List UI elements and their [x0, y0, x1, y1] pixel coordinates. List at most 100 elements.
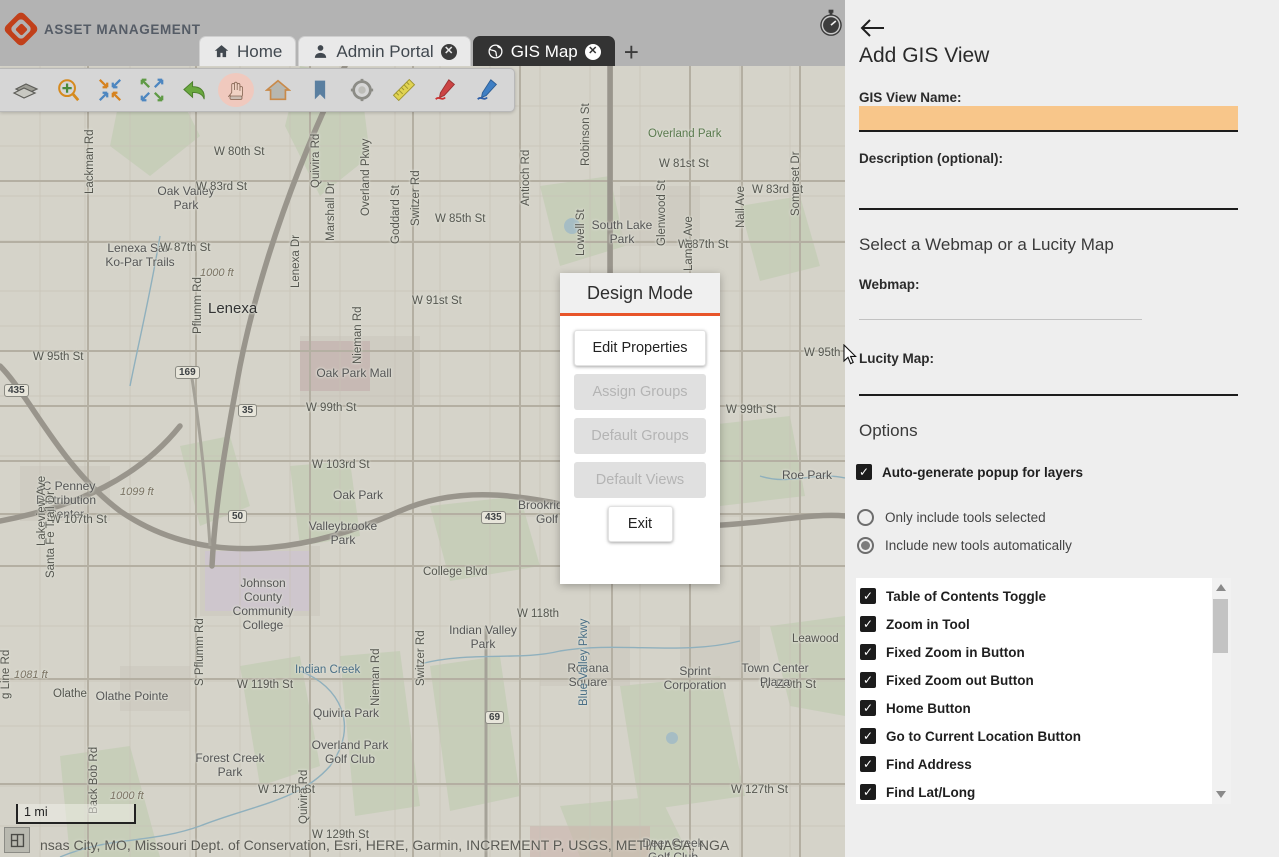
- tool-checkbox-row[interactable]: ✓ Zoom in Tool: [860, 610, 1212, 638]
- map-label: W 87th St: [160, 242, 211, 254]
- tool-checkbox-row[interactable]: ✓ Find Address: [860, 750, 1212, 778]
- map-label: W 85th St: [435, 213, 486, 225]
- previous-extent-icon[interactable]: [176, 73, 212, 107]
- map-label: g Line Rd: [0, 649, 12, 699]
- map-label: Pflumm Rd: [192, 277, 204, 334]
- map-scale-bar: 1 mi: [16, 804, 136, 824]
- tool-checkbox-row[interactable]: ✓ Home Button: [860, 694, 1212, 722]
- route-shield-icon: 169: [175, 366, 200, 379]
- map-label: W 95th St: [33, 351, 84, 363]
- checkbox-checked-icon: ✓: [856, 464, 872, 480]
- map-label: Lenexa Dr: [290, 234, 302, 288]
- description-input[interactable]: [859, 168, 1238, 210]
- gis-view-name-label: GIS View Name:: [859, 90, 962, 105]
- map-label: Blue Valley Pkwy: [578, 618, 590, 706]
- map-label: Lenexa: [208, 300, 258, 317]
- diamond-logo-icon: [2, 10, 40, 48]
- tools-checkbox-list[interactable]: ✓ Table of Contents Toggle ✓ Zoom in Tool ✓ F…: [856, 578, 1231, 804]
- radio-include-new-tools[interactable]: Include new tools automatically: [857, 537, 1072, 554]
- scroll-down-arrow-icon[interactable]: [1216, 791, 1226, 798]
- tab-home[interactable]: Home: [199, 36, 297, 66]
- checkbox-checked-icon: ✓: [860, 644, 876, 660]
- map-label: Johnson County Community College: [232, 576, 294, 632]
- redline-markup-icon[interactable]: [428, 73, 464, 107]
- default-groups-button: Default Groups: [574, 418, 706, 454]
- blueline-markup-icon[interactable]: [470, 73, 506, 107]
- tool-checkbox-label: Zoom in Tool: [886, 616, 970, 632]
- map-label: Lowell St: [575, 209, 587, 256]
- map-scale-label: 1 mi: [24, 805, 48, 819]
- map-label: Switzer Rd: [415, 630, 427, 686]
- edit-properties-button[interactable]: Edit Properties: [574, 330, 706, 366]
- current-location-icon[interactable]: [344, 73, 380, 107]
- map-label: Oak Park Mall: [316, 366, 392, 380]
- tools-list-scrollbar[interactable]: [1212, 578, 1231, 804]
- measure-ruler-icon[interactable]: [386, 73, 422, 107]
- tool-checkbox-row[interactable]: ✓ Fixed Zoom out Button: [860, 666, 1212, 694]
- tool-checkbox-row[interactable]: ✓ Table of Contents Toggle: [860, 582, 1212, 610]
- map-label: Goddard St: [390, 185, 402, 244]
- route-shield-icon: 69: [485, 711, 505, 724]
- map-label: W 119th St: [237, 679, 294, 691]
- radio-only-selected-tools-label: Only include tools selected: [885, 510, 1046, 525]
- add-gis-view-panel: Add GIS View GIS View Name: Description …: [845, 0, 1279, 857]
- map-label: Indian Valley Park: [449, 623, 517, 651]
- tool-checkbox-label: Table of Contents Toggle: [886, 588, 1046, 604]
- brand: ASSET MANAGEMENT: [2, 10, 201, 48]
- map-label: W 103rd St: [312, 459, 370, 471]
- tab-gis-map-close-icon[interactable]: ✕: [584, 43, 601, 60]
- home-extent-icon[interactable]: [260, 73, 296, 107]
- auto-generate-popup-label: Auto-generate popup for layers: [882, 464, 1084, 480]
- tab-admin-portal[interactable]: Admin Portal ✕: [298, 36, 471, 66]
- map-label: W 99th St: [726, 404, 777, 416]
- webmap-input[interactable]: [859, 296, 1142, 320]
- map-label: 1099 ft: [120, 486, 154, 498]
- radio-only-selected-tools[interactable]: Only include tools selected: [857, 509, 1046, 526]
- page-title: Add GIS View: [859, 44, 990, 67]
- tool-checkbox-row[interactable]: ✓ Fixed Zoom in Button: [860, 638, 1212, 666]
- map-label: Quivira Rd: [298, 769, 310, 824]
- application-window: ASSET MANAGEMENT Home Admin Portal ✕ GIS…: [0, 0, 1279, 857]
- design-mode-dialog: Design Mode Edit Properties Assign Group…: [560, 273, 720, 584]
- tab-gis-map[interactable]: GIS Map ✕: [472, 36, 615, 66]
- tool-checkbox-label: Find Lat/Long: [886, 784, 976, 800]
- back-arrow-icon[interactable]: [859, 14, 887, 42]
- map-label: S Pflumm Rd: [194, 618, 206, 686]
- map-label: Somerset Dr: [790, 151, 802, 216]
- map-label: Nieman Rd: [352, 306, 364, 364]
- fixed-zoom-in-icon[interactable]: [92, 73, 128, 107]
- add-tab-button[interactable]: +: [624, 39, 639, 66]
- map-label: Valleybrooke Park: [308, 519, 378, 547]
- lucity-map-select[interactable]: [859, 368, 1238, 396]
- map-label: W 95th St: [804, 347, 845, 359]
- design-mode-title: Design Mode: [560, 273, 720, 316]
- map-attribution: nsas City, MO, Missouri Dept. of Conserv…: [40, 837, 730, 853]
- gis-view-name-input[interactable]: [859, 106, 1238, 132]
- pan-hand-icon[interactable]: [218, 73, 254, 107]
- map-label: W 118th: [517, 608, 559, 620]
- map-label: Overland Park Golf Club: [311, 738, 389, 766]
- bookmark-icon[interactable]: [302, 73, 338, 107]
- checkbox-checked-icon: ✓: [860, 616, 876, 632]
- auto-generate-popup-checkbox[interactable]: ✓ Auto-generate popup for layers: [856, 464, 1083, 480]
- tools-list-scroll-thumb[interactable]: [1213, 599, 1228, 653]
- map-label: Overland Park: [648, 128, 722, 140]
- map-label: Switzer Rd: [410, 170, 422, 226]
- stopwatch-icon[interactable]: [814, 6, 848, 40]
- select-webmap-header: Select a Webmap or a Lucity Map: [859, 235, 1114, 254]
- map-label: 1000 ft: [200, 267, 234, 279]
- zoom-in-tool-icon[interactable]: [50, 73, 86, 107]
- table-of-contents-icon[interactable]: [8, 73, 44, 107]
- map-label: Roe Park: [781, 468, 833, 482]
- tool-checkbox-row[interactable]: ✓ Find Lat/Long: [860, 778, 1212, 804]
- tab-admin-portal-close-icon[interactable]: ✕: [440, 43, 457, 60]
- fixed-zoom-out-icon[interactable]: [134, 73, 170, 107]
- map-label: Sprint Corporation: [663, 664, 727, 692]
- tool-checkbox-row[interactable]: ✓ Go to Current Location Button: [860, 722, 1212, 750]
- exit-design-mode-button[interactable]: Exit: [607, 506, 673, 542]
- map-label: Nall Ave: [735, 186, 747, 228]
- tab-home-label: Home: [237, 41, 283, 61]
- checkbox-checked-icon: ✓: [860, 728, 876, 744]
- scroll-up-arrow-icon[interactable]: [1216, 584, 1226, 591]
- tool-checkbox-label: Find Address: [886, 756, 972, 772]
